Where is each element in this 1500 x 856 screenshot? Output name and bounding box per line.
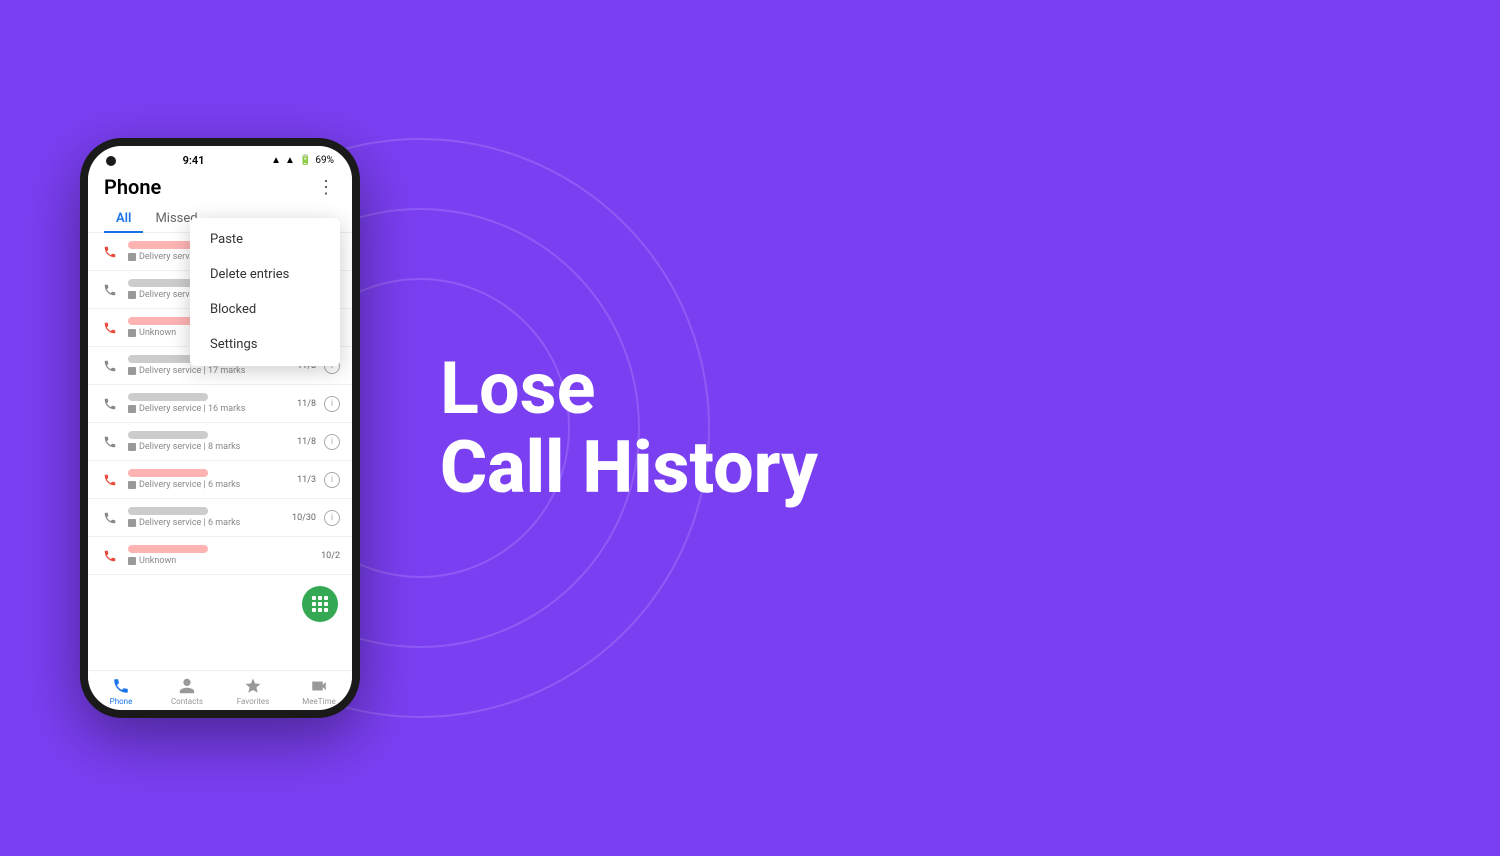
call-icon [100,508,120,528]
menu-settings[interactable]: Settings [190,327,340,362]
call-detail-text: Delivery service | 8 marks [139,442,240,452]
call-detail-text: Unknown [139,556,176,566]
call-icon [100,280,120,300]
signal-icon: ▲ [271,155,281,166]
call-name-bar [128,393,208,401]
call-date: 11/3 [297,475,316,485]
call-date: 10/2 [321,551,340,561]
status-bar: 9:41 ▲ ▲ 🔋 69% [88,146,352,171]
battery-percent: 69% [315,155,334,166]
nav-meetime[interactable]: MeeTime [286,677,352,706]
call-name-bar [128,507,208,515]
status-time: 9:41 [183,154,205,167]
call-info: Delivery service | 6 marks [128,469,289,490]
call-detail-text: Delivery service | 6 marks [139,480,240,490]
call-detail-text: Unknown [139,328,176,338]
page-container: 9:41 ▲ ▲ 🔋 69% Phone ⋮ All [0,0,1500,856]
detail-icon [128,443,136,451]
missed-call-icon [100,242,120,262]
missed-call-icon [100,546,120,566]
menu-button[interactable]: ⋮ [317,177,336,198]
call-item[interactable]: Delivery service | 6 marks 11/3 i [88,461,352,499]
app-header: Phone ⋮ [88,171,352,205]
missed-call-icon [100,318,120,338]
menu-paste[interactable]: Paste [190,222,340,257]
detail-icon [128,405,136,413]
call-item[interactable]: Delivery service | 16 marks 11/8 i [88,385,352,423]
nav-contacts[interactable]: Contacts [154,677,220,706]
call-icon [100,356,120,376]
call-info-button[interactable]: i [324,510,340,526]
call-info: Delivery service | 8 marks [128,431,289,452]
call-info: Delivery service | 6 marks [128,507,284,528]
call-item[interactable]: Unknown 10/2 [88,537,352,575]
detail-icon [128,367,136,375]
phone-screen: 9:41 ▲ ▲ 🔋 69% Phone ⋮ All [88,146,352,710]
battery-icon: 🔋 [299,155,311,166]
call-name-bar [128,469,208,477]
tab-all[interactable]: All [104,205,143,232]
wifi-icon: ▲ [285,155,295,166]
detail-icon [128,481,136,489]
call-name-bar [128,545,208,553]
call-icon [100,432,120,452]
call-icon [100,394,120,414]
call-detail: Delivery service | 17 marks [128,366,289,376]
call-info-button[interactable]: i [324,396,340,412]
nav-favorites-label: Favorites [237,697,270,706]
dropdown-menu: Paste Delete entries Blocked Settings [190,218,340,366]
detail-icon [128,253,136,261]
nav-contacts-label: Contacts [171,697,203,706]
call-info-button[interactable]: i [324,434,340,450]
call-detail: Delivery service | 16 marks [128,404,289,414]
call-detail-text: Delivery service | 16 marks [139,404,245,414]
detail-icon [128,557,136,565]
call-date: 11/8 [297,437,316,447]
camera-dot [106,156,116,166]
call-detail: Unknown [128,556,313,566]
missed-call-icon [100,470,120,490]
call-detail-text: Delivery service | 17 marks [139,366,245,376]
nav-favorites[interactable]: Favorites [220,677,286,706]
status-icons: ▲ ▲ 🔋 69% [271,155,334,166]
call-detail: Delivery service | 8 marks [128,442,289,452]
detail-icon [128,329,136,337]
bottom-nav: Phone Contacts Favorites [88,670,352,710]
phone-mockup: 9:41 ▲ ▲ 🔋 69% Phone ⋮ All [80,138,360,718]
detail-icon [128,519,136,527]
call-info: Delivery service | 16 marks [128,393,289,414]
call-info: Unknown [128,545,313,566]
call-date: 11/8 [297,399,316,409]
dialpad-icon [312,596,328,612]
detail-icon [128,291,136,299]
call-date: 10/30 [292,513,316,523]
nav-phone[interactable]: Phone [88,677,154,706]
call-detail: Delivery service | 6 marks [128,518,284,528]
app-title: Phone [104,175,161,199]
call-detail-text: Delivery service | 6 marks [139,518,240,528]
call-item[interactable]: Delivery service | 6 marks 10/30 i [88,499,352,537]
nav-phone-label: Phone [110,697,133,706]
phone-frame: 9:41 ▲ ▲ 🔋 69% Phone ⋮ All [80,138,360,718]
menu-delete-entries[interactable]: Delete entries [190,257,340,292]
call-item[interactable]: Delivery service | 8 marks 11/8 i [88,423,352,461]
call-name-bar [128,431,208,439]
call-detail: Delivery service | 6 marks [128,480,289,490]
call-info-button[interactable]: i [324,472,340,488]
fab-button[interactable] [302,586,338,622]
menu-blocked[interactable]: Blocked [190,292,340,327]
nav-meetime-label: MeeTime [302,697,335,706]
